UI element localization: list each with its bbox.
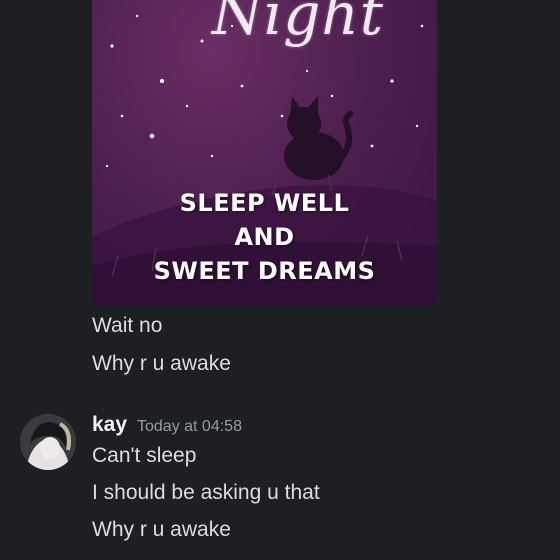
username[interactable]: kay (92, 413, 127, 437)
message-text: Can't sleep (92, 444, 197, 467)
gif-caption-line-1: SLEEP WELL (179, 189, 350, 217)
message-text: Why r u awake (92, 518, 231, 541)
user-avatar[interactable] (20, 414, 76, 470)
gif-script-title: Night (212, 0, 385, 48)
gif-caption-line-2: AND (234, 223, 295, 251)
message-text: Wait no (92, 314, 163, 337)
message-text: I should be asking u that (92, 481, 320, 504)
gif-caption-line-3: SWEET DREAMS (153, 257, 376, 285)
message-text: Why r u awake (92, 352, 231, 375)
message-timestamp: Today at 04:58 (137, 418, 242, 435)
gif-embed[interactable]: Night SLEEP WELL AND SWEET DREAMS (92, 0, 437, 305)
avatar-image (20, 414, 76, 470)
